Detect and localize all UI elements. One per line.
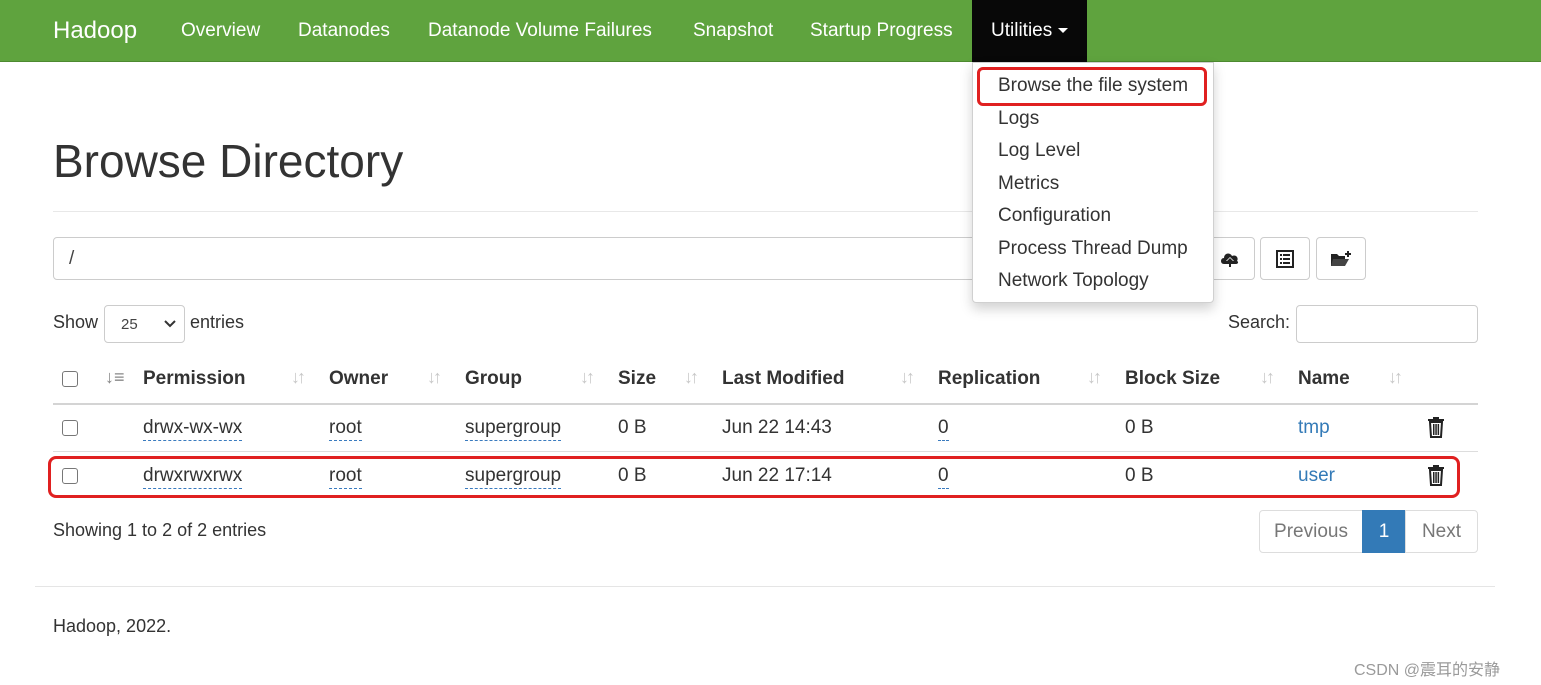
column-header-last-modified[interactable]: Last Modified: [722, 368, 844, 390]
cell-block-size: 0 B: [1125, 417, 1154, 438]
title-divider: [53, 211, 1478, 212]
nav-datanodes[interactable]: Datanodes: [298, 0, 390, 62]
cell-name-link[interactable]: tmp: [1298, 417, 1330, 439]
create-folder-button[interactable]: [1316, 237, 1366, 280]
menu-item-metrics[interactable]: Metrics: [998, 173, 1059, 195]
nav-overview[interactable]: Overview: [181, 0, 260, 62]
menu-item-configuration[interactable]: Configuration: [998, 205, 1111, 227]
sort-icon[interactable]: ↓↑: [684, 367, 699, 388]
utilities-dropdown-menu: Browse the file system Logs Log Level Me…: [972, 62, 1214, 303]
sort-asc-icon[interactable]: ↓≡: [105, 367, 125, 388]
column-header-block-size[interactable]: Block Size: [1125, 368, 1220, 390]
footer-text: Hadoop, 2022.: [53, 616, 172, 636]
select-all-checkbox[interactable]: [62, 371, 78, 387]
sort-icon[interactable]: ↓↑: [900, 367, 915, 388]
sort-icon[interactable]: ↓↑: [1260, 367, 1275, 388]
column-header-permission[interactable]: Permission: [143, 368, 245, 390]
cell-owner[interactable]: root: [329, 417, 362, 441]
entries-label: entries: [190, 312, 245, 332]
sort-icon[interactable]: ↓↑: [427, 367, 442, 388]
column-header-name[interactable]: Name: [1298, 368, 1350, 390]
nav-startup-progress[interactable]: Startup Progress: [810, 0, 953, 62]
brand-logo[interactable]: Hadoop: [53, 0, 137, 62]
cell-replication[interactable]: 0: [938, 417, 949, 441]
menu-item-logs[interactable]: Logs: [998, 108, 1039, 130]
footer-divider: [35, 586, 1495, 587]
show-label: Show: [53, 312, 99, 332]
page-title: Browse Directory: [53, 135, 404, 187]
nav-datanode-volume-failures[interactable]: Datanode Volume Failures: [428, 0, 652, 62]
pagination-page-1[interactable]: 1: [1362, 510, 1406, 553]
list-icon: [1276, 249, 1294, 268]
pagination-previous[interactable]: Previous: [1259, 510, 1363, 553]
column-header-replication[interactable]: Replication: [938, 368, 1040, 390]
top-navbar: Hadoop Overview Datanodes Datanode Volum…: [0, 0, 1541, 62]
row-checkbox[interactable]: [62, 420, 78, 436]
sort-icon[interactable]: ↓↑: [291, 367, 306, 388]
table-header-divider: [53, 403, 1478, 405]
column-header-size[interactable]: Size: [618, 368, 656, 390]
sort-icon[interactable]: ↓↑: [1087, 367, 1102, 388]
sort-icon[interactable]: ↓↑: [580, 367, 595, 388]
caret-down-icon: [1058, 28, 1069, 34]
menu-item-process-thread-dump[interactable]: Process Thread Dump: [998, 238, 1188, 260]
watermark: CSDN @震耳的安静: [1354, 662, 1501, 679]
menu-item-browse-file-system[interactable]: Browse the file system: [998, 75, 1188, 97]
nav-utilities[interactable]: Utilities: [972, 0, 1088, 62]
list-view-button[interactable]: [1260, 237, 1310, 280]
entries-per-page-select[interactable]: 25: [104, 305, 185, 343]
chevron-down-icon: [164, 320, 176, 328]
row-divider: [53, 451, 1478, 452]
menu-item-network-topology[interactable]: Network Topology: [998, 270, 1149, 292]
menu-item-log-level[interactable]: Log Level: [998, 140, 1080, 162]
sort-icon[interactable]: ↓↑: [1388, 367, 1403, 388]
new-folder-icon: [1331, 250, 1351, 266]
column-header-owner[interactable]: Owner: [329, 368, 388, 390]
entries-selected-value: 25: [121, 315, 138, 333]
trash-icon[interactable]: [1426, 416, 1446, 438]
nav-utilities-label: Utilities: [991, 20, 1053, 41]
cloud-upload-icon: [1221, 253, 1239, 267]
pagination-next[interactable]: Next: [1405, 510, 1478, 553]
search-label: Search:: [1228, 312, 1291, 332]
cell-permission[interactable]: drwx-wx-wx: [143, 417, 243, 441]
cell-size: 0 B: [618, 417, 647, 438]
table-info: Showing 1 to 2 of 2 entries: [53, 520, 267, 540]
row-highlight-annotation: [48, 456, 1460, 498]
cell-group[interactable]: supergroup: [465, 417, 562, 441]
cell-last-modified: Jun 22 14:43: [722, 417, 832, 438]
search-input[interactable]: [1296, 305, 1478, 343]
column-header-group[interactable]: Group: [465, 368, 522, 390]
nav-snapshot[interactable]: Snapshot: [693, 0, 773, 62]
